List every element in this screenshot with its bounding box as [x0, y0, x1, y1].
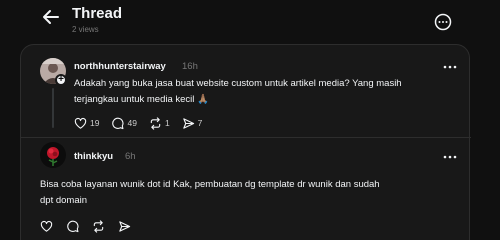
like-button[interactable]: 19 [74, 117, 99, 130]
post-timestamp: 16h [182, 61, 198, 72]
post-text-line: Adakah yang buka jasa buat website custo… [74, 78, 402, 89]
send-icon [119, 220, 131, 232]
reply-text-line: Bisa coba layanan wunik dot id Kak, pemb… [40, 179, 380, 190]
share-count: 7 [197, 118, 203, 128]
view-count: 2 views [72, 25, 99, 34]
back-arrow-icon[interactable] [40, 6, 62, 28]
more-options-circle-icon[interactable] [434, 13, 452, 31]
top-bar: Thread 2 views [0, 0, 500, 40]
repost-button[interactable] [92, 219, 105, 233]
like-count: 19 [90, 118, 100, 128]
post-more-icon[interactable] [442, 62, 458, 72]
thread-card: + northhunterstairway 16h Adakah yang bu… [20, 44, 471, 240]
reply-button[interactable]: 49 [111, 117, 137, 130]
reply-actions [40, 219, 141, 233]
like-button[interactable] [40, 220, 53, 233]
reply-timestamp: 6h [125, 151, 136, 162]
repost-button[interactable]: 1 [149, 116, 170, 130]
comment-icon [112, 117, 124, 129]
heart-icon [74, 117, 87, 129]
reply-count: 49 [127, 118, 137, 128]
thread-line [52, 88, 54, 128]
original-post: + northhunterstairway 16h Adakah yang bu… [21, 45, 471, 137]
post-actions: 19 49 1 7 [74, 116, 212, 130]
repost-icon [93, 219, 104, 233]
share-button[interactable] [118, 220, 131, 233]
post-username[interactable]: northhunterstairway [74, 61, 166, 72]
heart-icon [40, 220, 53, 232]
avatar[interactable] [40, 142, 66, 168]
comment-icon [67, 220, 79, 232]
reply-post: thinkkyu 6h Bisa coba layanan wunik dot … [21, 138, 471, 240]
reply-more-icon[interactable] [442, 152, 458, 162]
reply-username[interactable]: thinkkyu [74, 151, 113, 162]
page-title: Thread [72, 5, 123, 22]
repost-count: 1 [164, 118, 170, 128]
send-icon [182, 117, 194, 129]
share-button[interactable]: 7 [182, 117, 203, 130]
repost-icon [150, 116, 161, 130]
reply-text-line: dpt domain [40, 195, 88, 206]
reply-button[interactable] [66, 220, 79, 233]
post-text-line: terjangkau untuk media kecil 🙏🏽 [74, 94, 209, 105]
follow-plus-icon[interactable]: + [55, 74, 67, 86]
